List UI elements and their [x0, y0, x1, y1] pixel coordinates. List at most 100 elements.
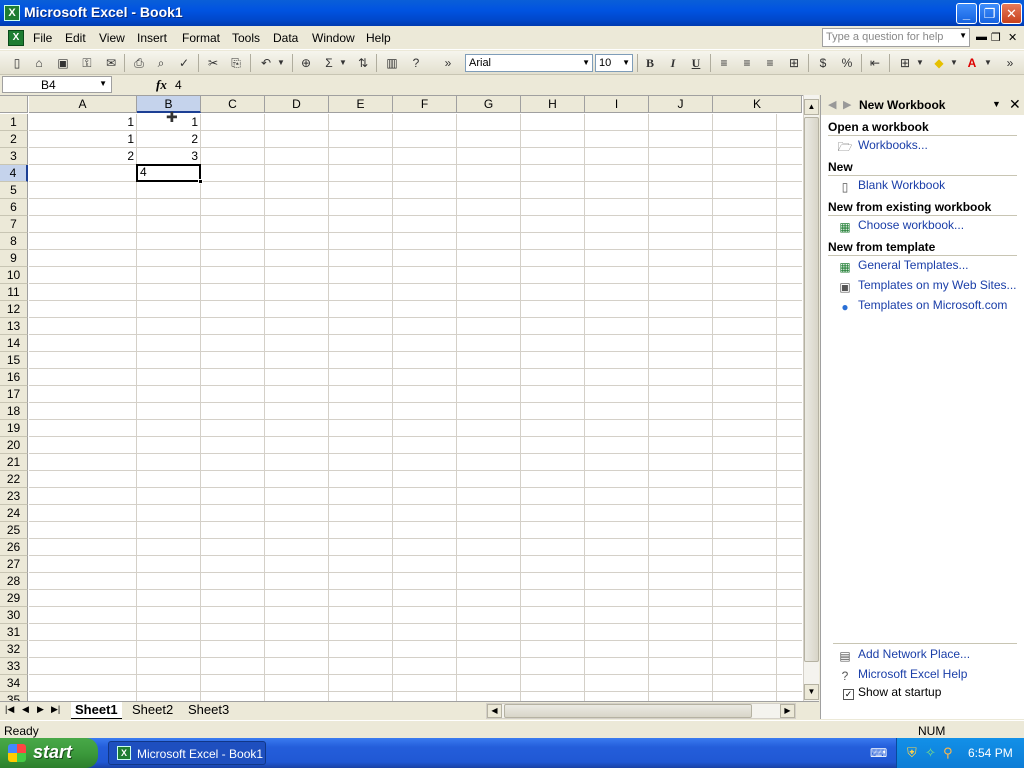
keyboard-icon[interactable]: ⌨ — [870, 746, 887, 760]
row-header-1[interactable]: 1 — [0, 114, 28, 131]
row-header-30[interactable]: 30 — [0, 607, 28, 624]
currency-icon[interactable]: $ — [814, 54, 832, 72]
row-header-23[interactable]: 23 — [0, 488, 28, 505]
row-header-10[interactable]: 10 — [0, 267, 28, 284]
row-header-26[interactable]: 26 — [0, 539, 28, 556]
link-add-network-place[interactable]: ▤ Add Network Place... — [837, 647, 970, 663]
column-header-k[interactable]: K — [713, 96, 802, 113]
print-preview-icon[interactable]: ⌕ — [152, 54, 170, 72]
horizontal-scrollbar[interactable]: ◀ ▶ — [486, 703, 796, 719]
tab-sheet2[interactable]: Sheet2 — [128, 702, 177, 719]
forward-arrow-icon[interactable]: ▶ — [843, 98, 851, 111]
scroll-left-icon[interactable]: ◀ — [487, 704, 502, 718]
row-header-18[interactable]: 18 — [0, 403, 28, 420]
italic-button[interactable]: I — [664, 54, 682, 72]
row-header-33[interactable]: 33 — [0, 658, 28, 675]
align-right-icon[interactable]: ≡ — [761, 54, 779, 72]
link-workbooks[interactable]: 🗁 Workbooks... — [837, 138, 928, 154]
checkbox-check-icon[interactable]: ✓ — [843, 689, 854, 700]
row-header-2[interactable]: 2 — [0, 131, 28, 148]
align-center-icon[interactable]: ≡ — [738, 54, 756, 72]
vertical-scroll-thumb[interactable] — [804, 117, 819, 662]
cell-a2[interactable]: 1 — [29, 131, 137, 148]
column-header-f[interactable]: F — [393, 96, 457, 113]
doc-close-icon[interactable]: ✕ — [1008, 31, 1017, 44]
column-header-i[interactable]: I — [585, 96, 649, 113]
worksheet-grid[interactable]: ABCDEFGHIJK 1 2 3 4 5 6 7 8 9 10 11 12 13 14 15 16 17 18 1… — [0, 95, 819, 701]
task-pane-close-icon[interactable]: ✕ — [1009, 96, 1021, 113]
row-header-27[interactable]: 27 — [0, 556, 28, 573]
menu-view[interactable]: View — [99, 31, 125, 45]
minimize-button[interactable]: _ — [956, 3, 977, 24]
row-header-3[interactable]: 3 — [0, 148, 28, 165]
insert-function-icon[interactable]: fx — [156, 77, 167, 93]
row-header-24[interactable]: 24 — [0, 505, 28, 522]
print-icon[interactable]: ⎙ — [130, 54, 148, 72]
column-header-g[interactable]: G — [457, 96, 521, 113]
scroll-right-icon[interactable]: ▶ — [780, 704, 795, 718]
chevron-down-icon[interactable]: ▼ — [99, 79, 107, 88]
prev-sheet-icon[interactable]: ◀ — [22, 704, 29, 715]
tab-sheet1[interactable]: Sheet1 — [71, 702, 122, 719]
cell-a1[interactable]: 1 — [29, 114, 137, 131]
help-search-input[interactable]: Type a question for help ▼ — [822, 28, 970, 47]
excel-app-icon[interactable]: X — [4, 5, 20, 21]
merge-center-icon[interactable]: ⊞ — [785, 54, 803, 72]
last-sheet-icon[interactable]: ▶| — [51, 704, 60, 715]
row-header-32[interactable]: 32 — [0, 641, 28, 658]
open-icon[interactable]: ⌂ — [30, 54, 48, 72]
borders-dropdown-icon[interactable]: ▼ — [915, 54, 925, 72]
column-header-d[interactable]: D — [265, 96, 329, 113]
menu-format[interactable]: Format — [182, 31, 220, 45]
first-sheet-icon[interactable]: |◀ — [5, 704, 14, 715]
cell-b3[interactable]: 3 — [137, 148, 201, 165]
doc-minimize-icon[interactable]: ▬ — [976, 31, 987, 43]
link-blank-workbook[interactable]: ▯ Blank Workbook — [837, 178, 945, 194]
link-general-templates[interactable]: ▦ General Templates... — [837, 258, 968, 274]
row-header-29[interactable]: 29 — [0, 590, 28, 607]
row-header-4[interactable]: 4 — [0, 165, 28, 182]
show-at-startup-checkbox[interactable]: ✓ Show at startup — [843, 685, 941, 700]
column-header-c[interactable]: C — [201, 96, 265, 113]
row-header-22[interactable]: 22 — [0, 471, 28, 488]
font-size-select[interactable]: 10 ▼ — [595, 54, 633, 72]
menu-insert[interactable]: Insert — [137, 31, 167, 45]
bold-button[interactable]: B — [641, 54, 659, 72]
sort-icon[interactable]: ⇅ — [354, 54, 372, 72]
fill-color-dropdown-icon[interactable]: ▼ — [949, 54, 959, 72]
font-name-select[interactable]: Arial ▼ — [465, 54, 593, 72]
network-icon[interactable]: ✧ — [925, 745, 936, 761]
undo-icon[interactable]: ↶ — [257, 54, 275, 72]
column-header-j[interactable]: J — [649, 96, 713, 113]
permission-icon[interactable]: ⚿ — [78, 54, 96, 72]
cell-b2[interactable]: 2 — [137, 131, 201, 148]
link-excel-help[interactable]: ? Microsoft Excel Help — [837, 667, 968, 683]
formula-input[interactable]: 4 — [175, 78, 182, 92]
font-color-dropdown-icon[interactable]: ▼ — [983, 54, 993, 72]
save-icon[interactable]: ▣ — [54, 54, 72, 72]
chevron-down-icon[interactable]: ▼ — [622, 58, 630, 67]
menu-file[interactable]: File — [33, 31, 52, 45]
decrease-indent-icon[interactable]: ⇤ — [866, 54, 884, 72]
row-header-15[interactable]: 15 — [0, 352, 28, 369]
hyperlink-icon[interactable]: ⊕ — [297, 54, 315, 72]
autosum-dropdown-icon[interactable]: ▼ — [338, 54, 348, 72]
vertical-scrollbar[interactable]: ▲ ▼ — [803, 95, 819, 701]
row-header-31[interactable]: 31 — [0, 624, 28, 641]
link-microsoft-templates[interactable]: ● Templates on Microsoft.com — [837, 298, 1007, 314]
align-left-icon[interactable]: ≡ — [715, 54, 733, 72]
name-box[interactable]: B4 ▼ — [2, 76, 112, 93]
row-header-8[interactable]: 8 — [0, 233, 28, 250]
horizontal-scroll-thumb[interactable] — [504, 704, 752, 718]
column-header-a[interactable]: A — [29, 96, 137, 113]
spelling-icon[interactable]: ✓ — [175, 54, 193, 72]
workbook-control-icon[interactable]: X — [8, 30, 24, 46]
close-button[interactable]: ✕ — [1001, 3, 1022, 24]
title-bar[interactable]: X Microsoft Excel - Book1 _ ❐ ✕ — [0, 0, 1024, 26]
row-header-5[interactable]: 5 — [0, 182, 28, 199]
row-header-9[interactable]: 9 — [0, 250, 28, 267]
cut-icon[interactable]: ✂ — [204, 54, 222, 72]
percent-icon[interactable]: % — [838, 54, 856, 72]
menu-help[interactable]: Help — [366, 31, 391, 45]
row-header-19[interactable]: 19 — [0, 420, 28, 437]
